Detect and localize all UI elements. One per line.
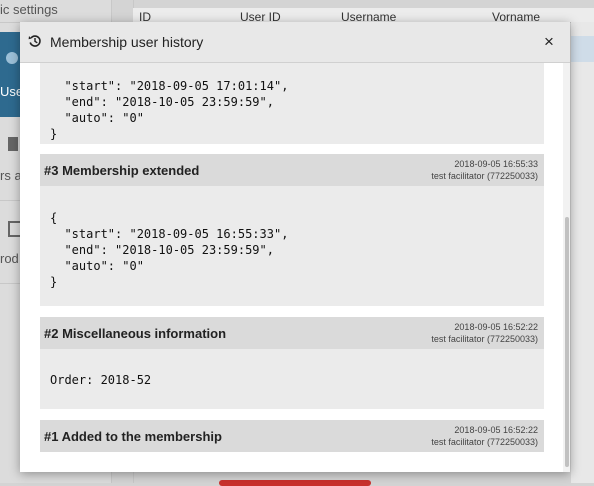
table-row[interactable]	[571, 36, 594, 62]
entry-content: { "start": "2018-09-05 16:55:33", "end":…	[40, 186, 544, 306]
users-icon	[6, 52, 18, 64]
entry-header: #3 Membership extended 2018-09-05 16:55:…	[40, 154, 544, 186]
membership-history-dialog: Membership user history × "start": "2018…	[20, 22, 570, 472]
entry-json: { "start": "2018-09-05 16:55:33", "end":…	[50, 211, 289, 289]
entry-title: #2 Miscellaneous information	[44, 326, 227, 341]
background-danger-button[interactable]	[219, 480, 371, 486]
entry-content: "start": "2018-09-05 17:01:14", "end": "…	[40, 63, 544, 144]
history-entry: "start": "2018-09-05 17:01:14", "end": "…	[40, 63, 544, 144]
entry-author: test facilitator (772250033)	[431, 334, 538, 344]
history-entry: #3 Membership extended 2018-09-05 16:55:…	[40, 154, 544, 306]
sidebar-top-text: ic settings	[0, 2, 58, 17]
entry-timestamp: 2018-09-05 16:55:33	[454, 159, 538, 169]
entry-timestamp: 2018-09-05 16:52:22	[454, 425, 538, 435]
entry-title: #1 Added to the membership	[44, 429, 222, 444]
entry-author: test facilitator (772250033)	[431, 171, 538, 181]
entry-json: "start": "2018-09-05 17:01:14", "end": "…	[50, 79, 289, 141]
dialog-title: Membership user history	[50, 34, 204, 50]
history-icon	[28, 35, 41, 47]
history-list[interactable]: "start": "2018-09-05 17:01:14", "end": "…	[20, 63, 570, 472]
background-table-edge	[571, 22, 594, 483]
entry-content: Order: 2018-52	[40, 349, 544, 409]
entry-timestamp: 2018-09-05 16:52:22	[454, 322, 538, 332]
entry-text: Order: 2018-52	[50, 373, 152, 387]
entry-title: #3 Membership extended	[44, 163, 200, 178]
list-icon	[8, 137, 18, 151]
entry-header: #2 Miscellaneous information 2018-09-05 …	[40, 317, 544, 349]
dialog-header: Membership user history ×	[20, 22, 570, 63]
history-entry: #2 Miscellaneous information 2018-09-05 …	[40, 317, 544, 409]
scrollbar-thumb[interactable]	[565, 217, 569, 467]
close-button[interactable]: ×	[538, 31, 560, 53]
history-entry: #1 Added to the membership 2018-09-05 16…	[40, 420, 544, 452]
entry-header: #1 Added to the membership 2018-09-05 16…	[40, 420, 544, 452]
sidebar-item-label[interactable]: rs a	[0, 168, 22, 183]
table-header: ID User ID Username Vorname	[133, 8, 594, 24]
entry-author: test facilitator (772250033)	[431, 437, 538, 447]
sidebar-item-label[interactable]: rod	[0, 251, 19, 266]
